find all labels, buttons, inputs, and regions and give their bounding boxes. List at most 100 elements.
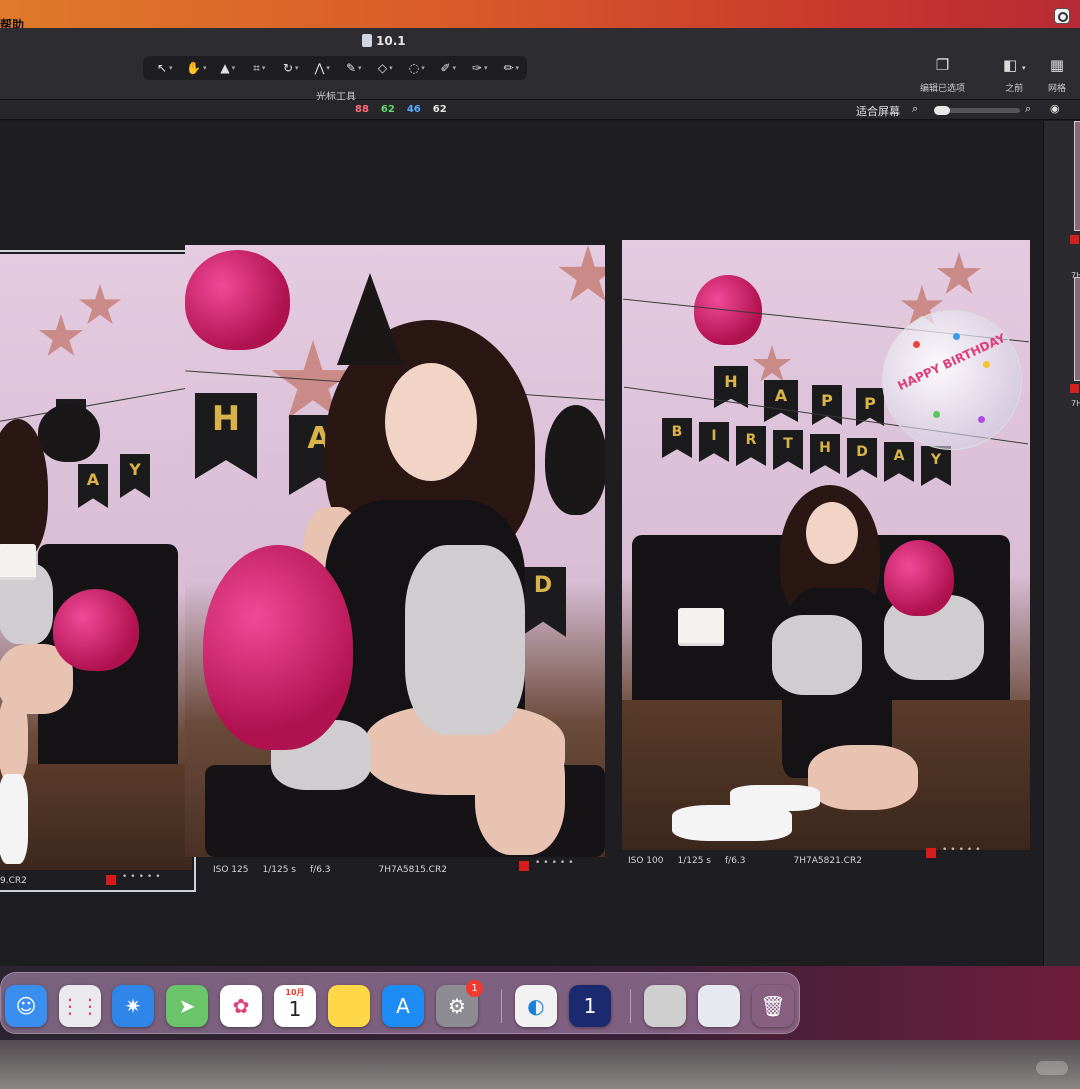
gradient-icon: ◌	[408, 61, 420, 75]
red-color-tag[interactable]	[106, 875, 116, 885]
banner-flag: D	[520, 567, 566, 637]
pencil-icon: ✏	[503, 61, 514, 75]
zoom-slider[interactable]	[934, 106, 1020, 115]
chevron-down-icon: ▾	[169, 64, 173, 72]
photo-filename: 7H7A5815.CR2	[378, 865, 447, 875]
red-color-tag[interactable]	[1070, 384, 1079, 393]
select-icon: ↖	[156, 61, 168, 75]
brush-icon: ✎	[345, 61, 357, 75]
star-balloon	[78, 284, 122, 325]
dock-glyph: ⋮⋮	[60, 994, 100, 1018]
edit-selected-button[interactable]: ❐ 编辑已选项	[920, 56, 965, 94]
cake	[678, 608, 724, 646]
sweater	[772, 615, 862, 695]
rating-dots[interactable]: •••••	[122, 872, 164, 882]
fit-screen-label[interactable]: 适合屏幕	[856, 103, 900, 119]
rating-dots[interactable]: •••••	[535, 858, 577, 868]
zoom-in-icon[interactable]: ⌕	[1025, 102, 1031, 116]
keystone-tool-button[interactable]: ⋀ ▾	[307, 58, 339, 78]
sock	[730, 785, 820, 811]
gradient-tool-button[interactable]: ◌ ▾	[401, 58, 433, 78]
photo-frame-3[interactable]: H A P P BIRTHDAY HAPPY BIRTHDAY ISO 100 …	[622, 240, 1034, 880]
zoom-out-icon[interactable]: ⌕	[912, 102, 918, 116]
calendar-icon[interactable]: 10月 1	[274, 985, 316, 1027]
confetti	[913, 341, 920, 348]
grid-button[interactable]: ▦ 网格	[1048, 56, 1066, 94]
pen-tool-button[interactable]: ✑ ▾	[464, 58, 496, 78]
brush-tool-button[interactable]: ✎ ▾	[338, 58, 370, 78]
watermark-logo	[1036, 1061, 1068, 1075]
banner-flag: I	[699, 422, 729, 462]
capture-one-icon[interactable]: ◐	[515, 985, 557, 1027]
photo-aperture: f/6.3	[725, 856, 746, 866]
rotate-tool-button[interactable]: ↻ ▾	[275, 58, 307, 78]
banner-flag: H	[195, 393, 257, 479]
chevron-down-icon: ▾	[202, 64, 207, 72]
red-color-tag[interactable]	[519, 861, 529, 871]
dock-glyph: ➤	[178, 994, 196, 1018]
document-title: 10.1	[376, 34, 406, 48]
filmstrip-thumb-2[interactable]	[1074, 277, 1080, 381]
split-view-icon: ◧ ▾	[1003, 56, 1026, 74]
trash-icon[interactable]: 🗑	[752, 985, 794, 1027]
sweater	[405, 545, 525, 735]
pencil-tool-button[interactable]: ✏ ▾	[496, 58, 528, 78]
settings-icon[interactable]: ⚙ 1	[436, 980, 483, 1027]
maps-icon[interactable]: ➤	[166, 985, 208, 1027]
one-app-icon[interactable]: 1	[569, 985, 611, 1027]
photos-icon[interactable]: ✿	[220, 985, 262, 1027]
red-color-tag[interactable]	[926, 848, 936, 858]
red-color-tag[interactable]	[1070, 235, 1079, 244]
photo-frame-2[interactable]: H A D ISO 125 1/125 s f/6.3 7H7A5815.CR2…	[185, 245, 609, 885]
notes-icon[interactable]	[328, 985, 370, 1027]
appstore-icon[interactable]: A	[382, 985, 424, 1027]
banner-flag: D	[847, 438, 877, 478]
person-face	[806, 502, 858, 564]
notification-badge: 1	[466, 980, 483, 997]
downloads-icon[interactable]	[698, 985, 740, 1027]
safari-icon[interactable]: ✷	[112, 985, 154, 1027]
cursor-tools-group: ↖ ▾ ✋ ▾ ▲ ▾ ⌗ ▾ ↻ ▾ ⋀ ▾ ✎ ▾ ◇ ▾ ◌ ▾ ✐ ▾ ✑ ▾ ✏ ▾	[143, 56, 527, 80]
photo-image-1: Y A Y	[0, 254, 192, 870]
dock-glyph: ✷	[124, 994, 142, 1018]
heart-balloon	[203, 545, 353, 750]
picker-tool-button[interactable]: ✐ ▾	[433, 58, 465, 78]
banner-flag: Y	[921, 446, 951, 486]
select-tool-button[interactable]: ↖ ▾	[149, 58, 181, 78]
calendar-day: 1	[288, 997, 302, 1021]
launchpad-icon[interactable]: ⋮⋮	[59, 985, 101, 1027]
photo-frame-1[interactable]: Y A Y 9.CR2 •••••	[0, 250, 196, 892]
stamp-tool-button[interactable]: ▲ ▾	[212, 58, 244, 78]
star-balloon	[38, 314, 84, 356]
zoom-slider-thumb[interactable]	[934, 106, 950, 115]
heart-balloon	[53, 589, 139, 671]
banner-flag: R	[736, 426, 766, 466]
photo-shutter: 1/125 s	[677, 856, 712, 866]
banner-flag: H	[810, 434, 840, 474]
star-balloon	[936, 252, 982, 294]
dock-separator	[501, 989, 502, 1023]
finder-icon[interactable]: ☺	[5, 985, 47, 1027]
dock-glyph: 🗑	[760, 994, 786, 1018]
spotlight-icon[interactable]	[1054, 8, 1070, 24]
pen-icon: ✑	[471, 61, 483, 75]
eraser-icon: ◇	[377, 61, 388, 75]
image-viewer: Y A Y 9.CR2 ••••• H A D	[0, 121, 1043, 966]
chevron-down-icon: ▾	[231, 64, 236, 72]
filmstrip-thumb-name: 7H	[1071, 399, 1080, 408]
crop-tool-button[interactable]: ⌗ ▾	[244, 58, 276, 78]
chevron-down-icon: ▾	[452, 64, 457, 72]
filmstrip-thumb-1[interactable]	[1074, 121, 1080, 231]
dock-glyph: 1	[583, 994, 597, 1018]
luma-value: 62	[432, 104, 447, 115]
eraser-tool-button[interactable]: ◇ ▾	[370, 58, 402, 78]
dock-separator	[630, 989, 631, 1023]
photo-iso: ISO 125	[213, 865, 249, 875]
pan-tool-button[interactable]: ✋ ▾	[181, 58, 213, 78]
photo-meta-2: ISO 125 1/125 s f/6.3 7H7A5815.CR2	[213, 865, 447, 875]
before-button[interactable]: ◧ ▾ 之前	[1003, 56, 1025, 94]
eye-icon[interactable]: ◉	[1050, 102, 1060, 115]
photo-stack-icon[interactable]	[644, 985, 686, 1027]
photo-meta-1: 9.CR2	[0, 876, 27, 886]
rating-dots[interactable]: •••••	[942, 845, 984, 855]
